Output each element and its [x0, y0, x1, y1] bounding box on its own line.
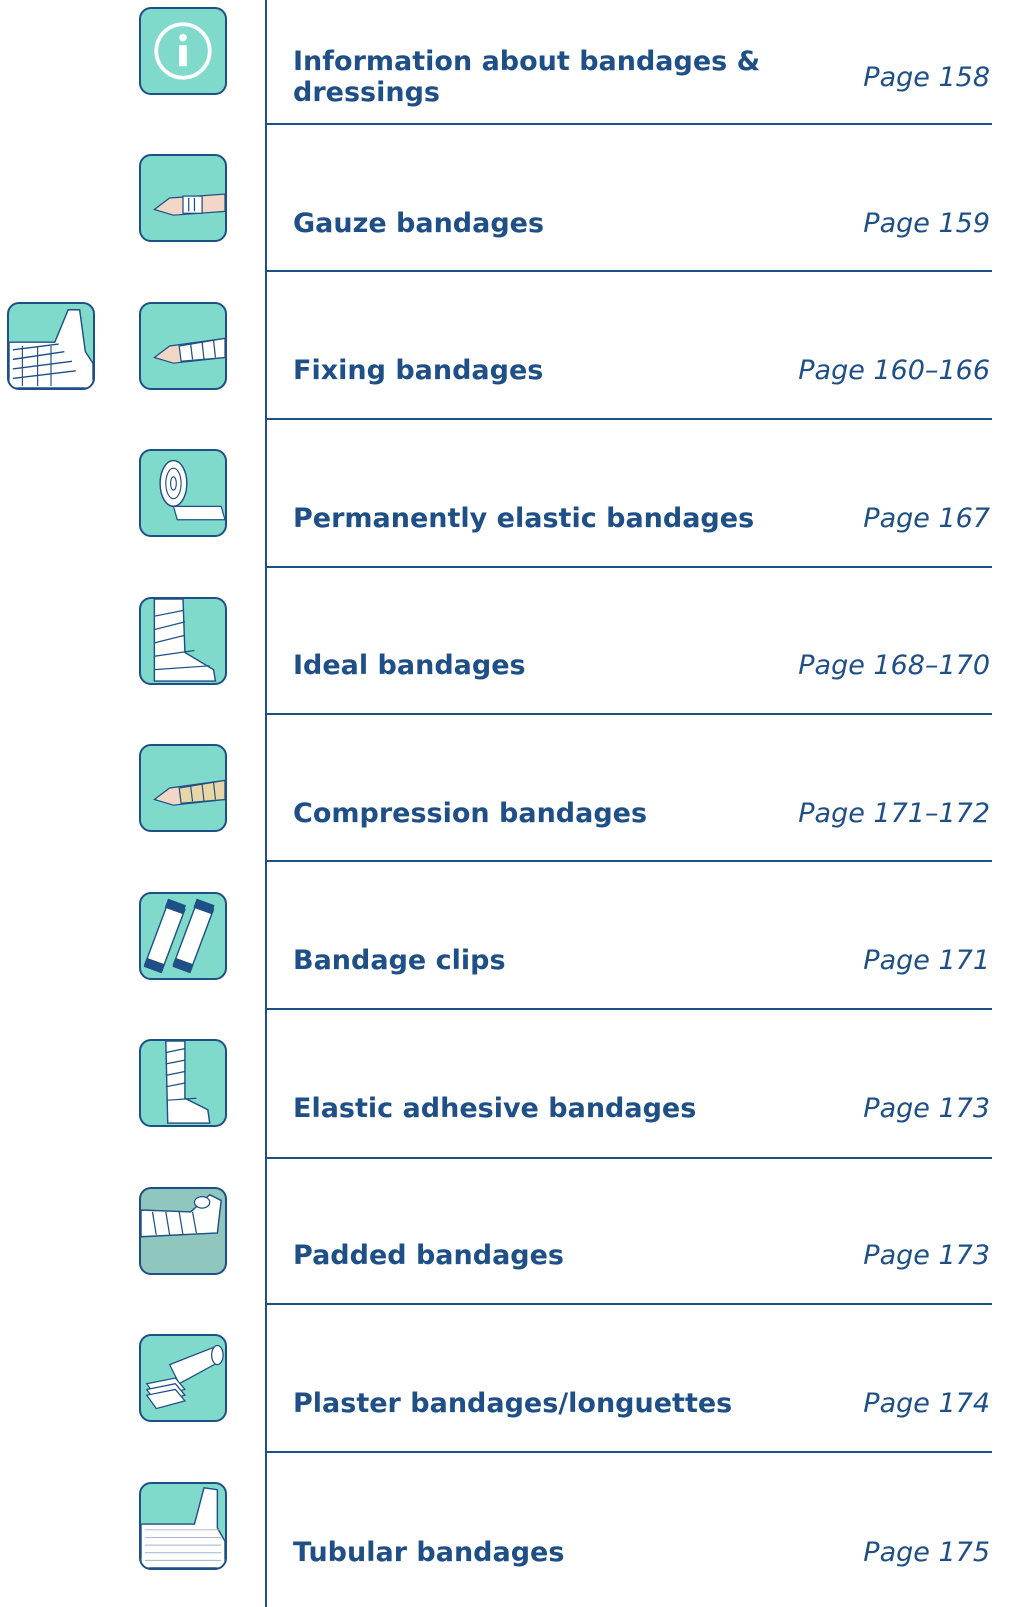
entry-label: Padded bandages — [293, 1240, 565, 1271]
entry-page-ref[interactable]: Page 158 — [770, 62, 990, 93]
padded-bandage-icon — [139, 1187, 227, 1275]
row-divider — [265, 713, 992, 715]
row-divider — [265, 270, 992, 272]
entry-page-ref[interactable]: Page 160–166 — [770, 355, 990, 386]
entry-page-ref[interactable]: Page 171–172 — [770, 798, 990, 829]
entry-label: Ideal bandages — [293, 650, 526, 681]
tubular-bandage-icon — [139, 1482, 227, 1570]
fixing-bandage-icon — [139, 302, 227, 390]
row-divider — [265, 1008, 992, 1010]
row-divider — [265, 1157, 992, 1159]
entry-page-ref[interactable]: Page 171 — [770, 945, 990, 976]
bandaged-ankle-icon — [7, 302, 95, 390]
row-divider — [265, 566, 992, 568]
entry-page-ref[interactable]: Page 167 — [770, 503, 990, 534]
bandage-roll-icon — [139, 449, 227, 537]
vertical-divider — [265, 0, 267, 1607]
entry-label: Permanently elastic bandages — [293, 503, 755, 534]
entry-label: Elastic adhesive bandages — [293, 1093, 697, 1124]
entry-label: Information about bandages & dressings — [293, 46, 761, 108]
entry-page-ref[interactable]: Page 159 — [770, 208, 990, 239]
entry-label: Bandage clips — [293, 945, 506, 976]
info-icon — [139, 7, 227, 95]
row-divider — [265, 1303, 992, 1305]
gauze-bandage-icon — [139, 154, 227, 242]
bandage-clips-icon — [139, 892, 227, 980]
entry-label: Tubular bandages — [293, 1537, 565, 1568]
entry-page-ref[interactable]: Page 168–170 — [770, 650, 990, 681]
entry-page-ref[interactable]: Page 173 — [770, 1240, 990, 1271]
entry-label: Plaster bandages/longuettes — [293, 1388, 733, 1419]
entry-page-ref[interactable]: Page 173 — [770, 1093, 990, 1124]
ideal-bandage-foot-icon — [139, 597, 227, 685]
plaster-bandage-icon — [139, 1334, 227, 1422]
row-divider — [265, 123, 992, 125]
entry-label: Gauze bandages — [293, 208, 545, 239]
row-divider — [265, 418, 992, 420]
row-divider — [265, 1451, 992, 1453]
compression-bandage-icon — [139, 744, 227, 832]
elastic-adhesive-leg-icon — [139, 1039, 227, 1127]
entry-label: Fixing bandages — [293, 355, 544, 386]
entry-page-ref[interactable]: Page 175 — [770, 1537, 990, 1568]
entry-page-ref[interactable]: Page 174 — [770, 1388, 990, 1419]
entry-label: Compression bandages — [293, 798, 648, 829]
row-divider — [265, 860, 992, 862]
